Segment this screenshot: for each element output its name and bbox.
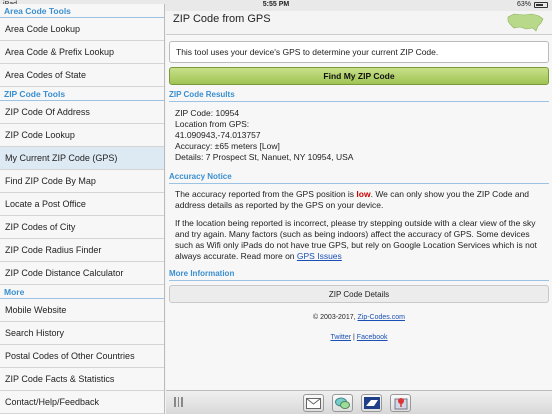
sidebar-item-search-history[interactable]: Search History (0, 322, 164, 345)
result-location-label: Location from GPS: (175, 119, 250, 129)
twitter-link[interactable]: Twitter (330, 334, 351, 341)
us-map-icon (507, 13, 544, 32)
section-header-zip-code-tools: ZIP Code Tools (0, 87, 164, 101)
sidebar-item-zip-code-of-address[interactable]: ZIP Code Of Address (0, 101, 164, 124)
low-accuracy-label: low (356, 189, 371, 199)
notice-block: The accuracy reported from the GPS posit… (169, 184, 549, 262)
sidebar-item-find-zip-code-by-map[interactable]: Find ZIP Code By Map (0, 170, 164, 193)
usps-icon (363, 397, 380, 409)
result-accuracy: Accuracy: ±65 meters [Low] (175, 141, 280, 151)
sidebar-item-locate-post-office[interactable]: Locate a Post Office (0, 193, 164, 216)
section-header-more: More (0, 285, 164, 299)
sidebar-item-area-codes-of-state[interactable]: Area Codes of State (0, 64, 164, 87)
sidebar: Area Code Tools Area Code Lookup Area Co… (0, 4, 165, 414)
notice-text: The accuracy reported from the GPS posit… (175, 189, 357, 199)
intro-text: This tool uses your device's GPS to dete… (169, 41, 549, 63)
chat-icon (335, 397, 350, 409)
bottom-toolbar (166, 390, 552, 414)
battery-icon (534, 1, 548, 8)
section-header-area-code-tools: Area Code Tools (0, 4, 164, 18)
sidebar-item-mobile-website[interactable]: Mobile Website (0, 299, 164, 322)
result-zip: ZIP Code: 10954 (175, 108, 240, 118)
notice-text-2: If the location being reported is incorr… (175, 218, 537, 261)
sidebar-item-zip-codes-of-city[interactable]: ZIP Codes of City (0, 216, 164, 239)
results-block: ZIP Code: 10954 Location from GPS: 41.09… (169, 102, 549, 167)
sidebar-item-zip-code-lookup[interactable]: ZIP Code Lookup (0, 124, 164, 147)
mail-icon (306, 397, 321, 409)
footer: © 2003-2017, Zip-Codes.com Twitter | Fac… (169, 314, 549, 341)
social-links: Twitter | Facebook (169, 334, 549, 341)
usps-button[interactable] (361, 394, 382, 412)
sidebar-item-postal-codes-other-countries[interactable]: Postal Codes of Other Countries (0, 345, 164, 368)
result-coords: 41.090943,-74.013757 (175, 130, 261, 140)
main-panel: ZIP Code from GPS This tool uses your de… (166, 11, 552, 414)
sidebar-item-area-code-lookup[interactable]: Area Code Lookup (0, 18, 164, 41)
gps-issues-link[interactable]: GPS Issues (297, 251, 342, 261)
copyright: © 2003-2017, Zip-Codes.com (169, 314, 549, 321)
copyright-text: © 2003-2017, (313, 314, 358, 321)
navbar: ZIP Code from GPS (166, 11, 552, 35)
battery-percent: 63% (516, 1, 531, 8)
zip-code-details-button[interactable]: ZIP Code Details (169, 285, 549, 303)
map-button[interactable] (390, 394, 411, 412)
results-header: ZIP Code Results (169, 90, 549, 102)
find-my-zip-button[interactable]: Find My ZIP Code (169, 67, 549, 85)
status-right: 63% (517, 1, 548, 8)
notice-header: Accuracy Notice (169, 172, 549, 184)
sidebar-item-area-code-prefix-lookup[interactable]: Area Code & Prefix Lookup (0, 41, 164, 64)
sidebar-item-zip-code-facts[interactable]: ZIP Code Facts & Statistics (0, 368, 164, 391)
page-title: ZIP Code from GPS (173, 13, 271, 25)
notice-paragraph-1: The accuracy reported from the GPS posit… (175, 189, 543, 211)
map-pin-icon (394, 398, 407, 410)
sidebar-item-my-current-zip-code[interactable]: My Current ZIP Code (GPS) (0, 147, 164, 170)
chat-button[interactable] (332, 394, 353, 412)
result-details: Details: 7 Prospect St, Nanuet, NY 10954… (175, 152, 354, 162)
more-info-header: More Information (169, 269, 549, 281)
sidebar-item-zip-code-distance-calculator[interactable]: ZIP Code Distance Calculator (0, 262, 164, 285)
sidebar-item-contact-help-feedback[interactable]: Contact/Help/Feedback (0, 391, 164, 414)
sidebar-toggle-icon[interactable] (174, 397, 183, 407)
mail-button[interactable] (303, 394, 324, 412)
facebook-link[interactable]: Facebook (357, 334, 388, 341)
sidebar-item-zip-code-radius-finder[interactable]: ZIP Code Radius Finder (0, 239, 164, 262)
notice-paragraph-2: If the location being reported is incorr… (175, 218, 543, 262)
site-link[interactable]: Zip-Codes.com (358, 314, 405, 321)
